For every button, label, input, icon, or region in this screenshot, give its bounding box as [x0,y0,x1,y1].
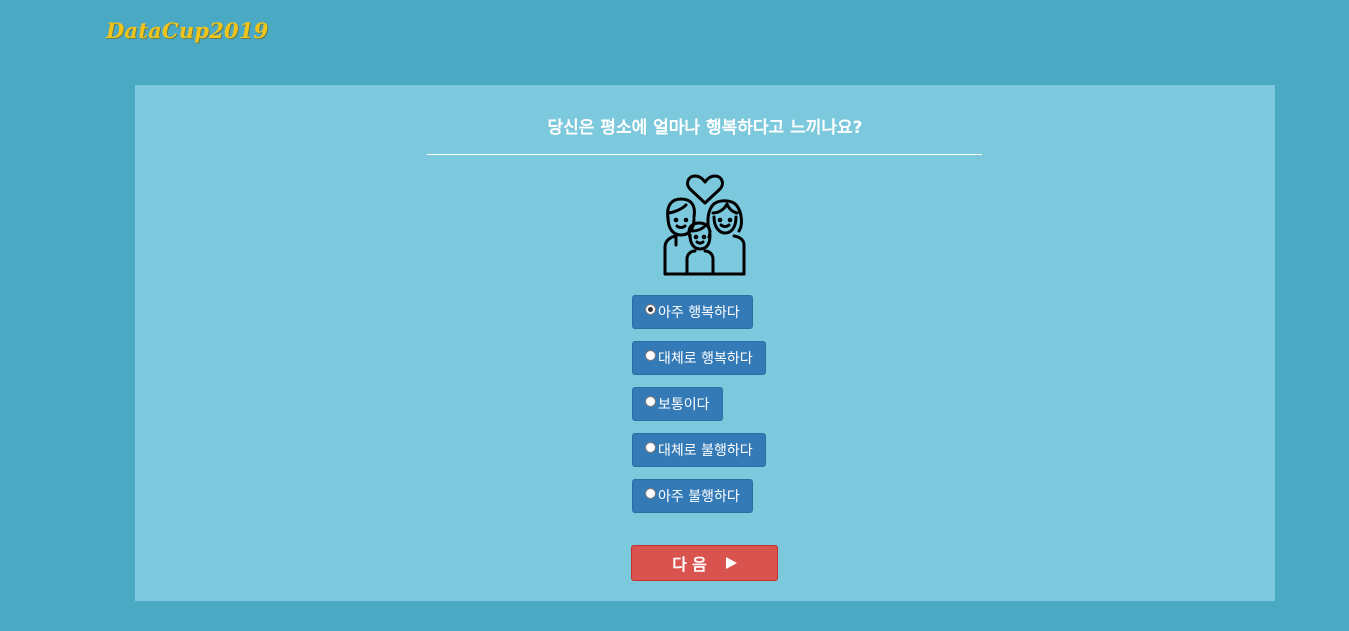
family-heart-icon [663,174,746,276]
play-icon [725,557,737,569]
option-average[interactable]: 보통이다 [632,387,723,421]
radio-icon[interactable] [645,442,656,453]
option-label: 보통이다 [658,397,710,413]
option-label: 대체로 행복하다 [658,351,753,367]
option-label: 대체로 불행하다 [658,443,753,459]
answer-options: 아주 행복하다 대체로 행복하다 보통이다 대체로 불행하다 아주 불행하다 [632,295,766,525]
radio-icon[interactable] [645,350,656,361]
logo: DataCup2019 [106,18,269,43]
option-very-happy[interactable]: 아주 행복하다 [632,295,753,329]
next-button-label: 다음 [672,555,712,574]
radio-icon[interactable] [645,488,656,499]
survey-panel: 당신은 평소에 얼마나 행복하다고 느끼나요? 아주 행복하다 대체로 행복하다… [135,85,1275,601]
radio-icon[interactable] [645,304,656,315]
option-label: 아주 행복하다 [658,305,740,321]
next-button[interactable]: 다음 [631,545,778,581]
divider [427,154,982,155]
option-mostly-unhappy[interactable]: 대체로 불행하다 [632,433,766,467]
option-mostly-happy[interactable]: 대체로 행복하다 [632,341,766,375]
option-label: 아주 불행하다 [658,489,740,505]
radio-icon[interactable] [645,396,656,407]
option-very-unhappy[interactable]: 아주 불행하다 [632,479,753,513]
question-title: 당신은 평소에 얼마나 행복하다고 느끼나요? [547,118,863,138]
